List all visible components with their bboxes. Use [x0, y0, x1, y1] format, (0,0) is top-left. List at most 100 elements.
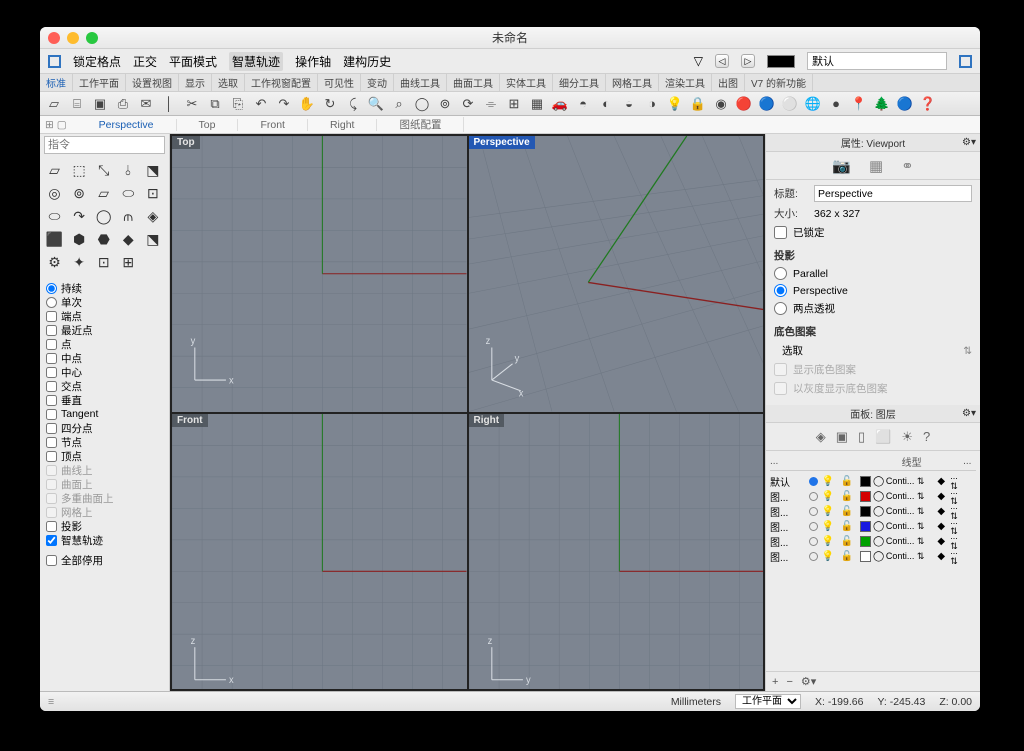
tab-solid[interactable]: 实体工具 [500, 73, 553, 92]
proj-twopoint[interactable] [774, 302, 787, 315]
toolbar-button-30[interactable]: 🔴 [734, 94, 754, 114]
tool-button-10[interactable]: ⬭ [44, 206, 65, 227]
page-icon[interactable]: ▯ [858, 429, 865, 445]
tab-draft[interactable]: 出图 [712, 73, 745, 92]
resize-handle-icon[interactable]: ≡ [48, 696, 54, 708]
tool-button-1[interactable]: ⬚ [69, 160, 90, 181]
viewport-top[interactable]: xy Top [172, 136, 467, 412]
toolbar-button-37[interactable]: 🔵 [895, 94, 915, 114]
osnap-check[interactable] [46, 381, 57, 392]
toolbar-button-3[interactable]: ⎙ [113, 94, 133, 114]
tab-select[interactable]: 选取 [212, 73, 245, 92]
osnap-check[interactable] [46, 311, 57, 322]
osnap-disable-all[interactable] [46, 555, 57, 566]
tab-standard[interactable]: 标准 [40, 73, 73, 92]
tool-button-0[interactable]: ▱ [44, 160, 65, 181]
toolbar-button-14[interactable]: 🔍 [366, 94, 386, 114]
tool-button-22[interactable]: ⊡ [93, 252, 114, 273]
osnap-check[interactable] [46, 395, 57, 406]
osnap-check[interactable] [46, 353, 57, 364]
prop-title-input[interactable] [814, 185, 972, 202]
tool-button-15[interactable]: ⬛ [44, 229, 65, 250]
toolbar-button-19[interactable]: ⌯ [481, 94, 501, 114]
app-icon-right[interactable] [959, 55, 972, 68]
vtab-layout[interactable]: 图纸配置 [377, 117, 464, 132]
tool-button-5[interactable]: ◎ [44, 183, 65, 204]
tool-button-8[interactable]: ⬭ [118, 183, 139, 204]
prop-locked-check[interactable] [774, 226, 787, 239]
zoom-icon[interactable] [86, 32, 98, 44]
viewport-right[interactable]: yz Right [469, 414, 764, 690]
toolbar-button-27[interactable]: 💡 [665, 94, 685, 114]
toolbar-button-38[interactable]: ❓ [918, 94, 938, 114]
toolbar-button-11[interactable]: ✋ [297, 94, 317, 114]
layer-row[interactable]: 图...💡🔓◯Conti... ⇅◆... ⇅ [770, 531, 976, 546]
toolbar-button-21[interactable]: ▦ [527, 94, 547, 114]
toolbar-button-33[interactable]: 🌐 [803, 94, 823, 114]
tool-button-4[interactable]: ⬔ [142, 160, 163, 181]
menu-gumball[interactable]: 操作轴 [295, 53, 331, 70]
tab-v7new[interactable]: V7 的新功能 [745, 73, 813, 92]
osnap-check[interactable] [46, 535, 57, 546]
toolbar-button-5[interactable]: │ [159, 94, 179, 114]
osnap-check[interactable] [46, 325, 57, 336]
menu-planar[interactable]: 平面模式 [169, 53, 217, 70]
toolbar-button-10[interactable]: ↷ [274, 94, 294, 114]
close-icon[interactable] [48, 32, 60, 44]
tool-button-20[interactable]: ⚙ [44, 252, 65, 273]
toolbar-button-23[interactable]: ◓ [573, 94, 593, 114]
layers-icon[interactable]: ◈ [816, 429, 826, 445]
arrow-right-icon[interactable]: ▷ [741, 54, 755, 68]
tool-button-9[interactable]: ⊡ [142, 183, 163, 204]
layer-options-button[interactable]: ⚙▾ [801, 675, 816, 688]
tool-button-14[interactable]: ◈ [142, 206, 163, 227]
proj-perspective[interactable] [774, 284, 787, 297]
tool-button-11[interactable]: ↷ [69, 206, 90, 227]
toolbar-button-8[interactable]: ⎘ [228, 94, 248, 114]
osnap-check[interactable] [46, 451, 57, 462]
remove-layer-button[interactable]: − [786, 676, 792, 688]
menu-grid-snap[interactable]: 锁定格点 [73, 53, 121, 70]
cube-icon[interactable]: ⬜ [875, 429, 891, 445]
osnap-check[interactable] [46, 423, 57, 434]
osnap-check[interactable] [46, 437, 57, 448]
tab-setview[interactable]: 设置视图 [126, 73, 179, 92]
osnap-radio[interactable] [46, 297, 57, 308]
toolbar-button-15[interactable]: ⌕ [389, 94, 409, 114]
toolbar-button-7[interactable]: ⧉ [205, 94, 225, 114]
tool-button-3[interactable]: ⫰ [118, 160, 139, 181]
toolbar-button-32[interactable]: ⚪ [780, 94, 800, 114]
vtab-top[interactable]: Top [177, 119, 239, 131]
toolbar-button-6[interactable]: ✂ [182, 94, 202, 114]
tool-button-18[interactable]: ◆ [118, 229, 139, 250]
layer-row[interactable]: 图...💡🔓◯Conti... ⇅◆... ⇅ [770, 501, 976, 516]
box-icon[interactable]: ▣ [836, 429, 848, 445]
toolbar-button-9[interactable]: ↶ [251, 94, 271, 114]
filter-icon[interactable]: ▽ [694, 54, 703, 68]
tab-transform[interactable]: 变动 [361, 73, 394, 92]
toolbar-button-25[interactable]: ◒ [619, 94, 639, 114]
help-icon[interactable]: ? [923, 429, 930, 444]
tab-mesh[interactable]: 网格工具 [606, 73, 659, 92]
toolbar-button-29[interactable]: ◉ [711, 94, 731, 114]
tool-button-23[interactable]: ⊞ [118, 252, 139, 273]
toolbar-button-2[interactable]: ▣ [90, 94, 110, 114]
toolbar-button-26[interactable]: ◑ [642, 94, 662, 114]
app-icon[interactable] [48, 55, 61, 68]
link-icon[interactable]: ⚭ [901, 157, 914, 175]
gear-icon[interactable]: ⚙▾ [962, 137, 976, 148]
toolbar-button-18[interactable]: ⟳ [458, 94, 478, 114]
layer-row[interactable]: 图...💡🔓◯Conti... ⇅◆... ⇅ [770, 546, 976, 561]
camera-icon[interactable]: 📷 [832, 157, 851, 175]
toolbar-button-28[interactable]: 🔒 [688, 94, 708, 114]
toolbar-button-22[interactable]: 🚗 [550, 94, 570, 114]
vtab-front[interactable]: Front [238, 119, 308, 131]
tab-subd[interactable]: 细分工具 [553, 73, 606, 92]
tool-button-7[interactable]: ▱ [93, 183, 114, 204]
toolbar-button-4[interactable]: ✉ [136, 94, 156, 114]
layer-selector[interactable]: 默认 [807, 52, 947, 70]
toolbar-button-12[interactable]: ↻ [320, 94, 340, 114]
toolbar-button-31[interactable]: 🔵 [757, 94, 777, 114]
tab-visibility[interactable]: 可见性 [318, 73, 361, 92]
tool-button-2[interactable]: ⤡ [93, 160, 114, 181]
